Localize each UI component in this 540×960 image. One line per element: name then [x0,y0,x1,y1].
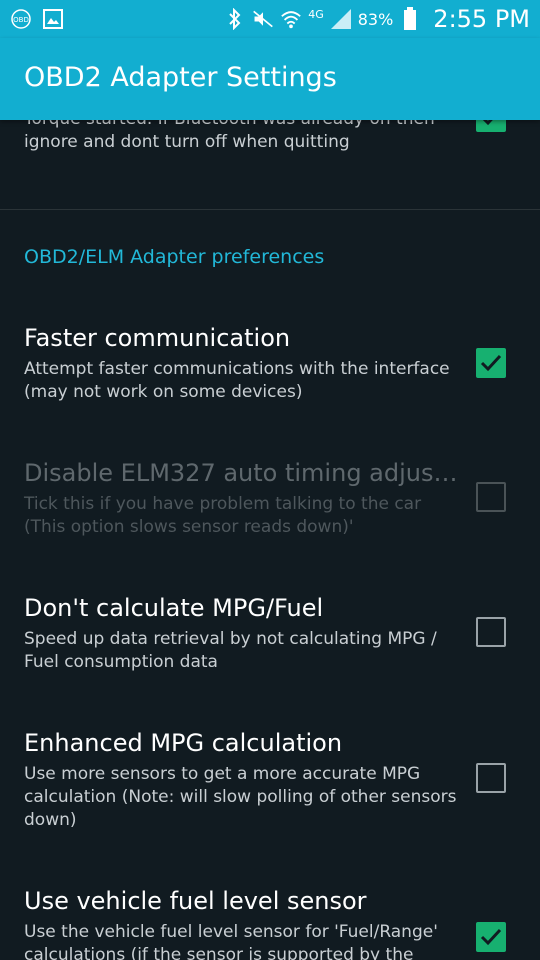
status-bar: OBD 4G 83% 2:55 PM [0,0,540,38]
checkbox-faster-communication[interactable] [476,348,506,378]
page-title: OBD2 Adapter Settings [24,62,337,93]
preference-title: Use vehicle fuel level sensor [24,887,367,915]
clock: 2:55 PM [433,5,530,33]
network-type-label: 4G [308,7,324,21]
checkbox-disable-elm327-auto-timing [476,482,506,512]
preference-title: Don't calculate MPG/Fuel [24,594,324,622]
battery-percent: 83% [357,9,394,29]
app-bar: OBD2 Adapter Settings [0,38,540,120]
settings-list[interactable]: Only turns on, on Bluetooth if it was of… [0,120,540,960]
checkbox-enhanced-mpg-calculation[interactable] [476,763,506,793]
preference-summary: Use more sensors to get a more accurate … [24,764,457,830]
battery-icon [399,7,421,30]
pref-enhanced-mpg-calculation[interactable]: Enhanced MPG calculation Use more sensor… [24,729,464,832]
bluetooth-toggle-checkbox[interactable] [476,120,506,132]
pref-disable-elm327-auto-timing: Disable ELM327 auto timing adjust(.. Tic… [24,459,464,539]
preference-summary: Tick this if you have problem talking to… [24,494,422,537]
preference-title: Enhanced MPG calculation [24,729,343,757]
bluetooth-toggle-preference[interactable]: Only turns on, on Bluetooth if it was of… [24,120,464,154]
signal-icon [330,8,352,30]
preference-title: Disable ELM327 auto timing adjust(.. [24,459,464,487]
checkbox-use-vehicle-fuel-level-sensor[interactable] [476,922,506,952]
category-header: OBD2/ELM Adapter preferences [24,246,325,268]
obd-icon: OBD [10,8,32,30]
mute-icon [252,8,274,30]
divider [0,209,540,210]
preference-title: Faster communication [24,324,291,352]
svg-text:OBD: OBD [13,16,29,24]
preference-summary: Only turns on, on Bluetooth if it was of… [24,120,435,152]
preference-summary: Use the vehicle fuel level sensor for 'F… [24,922,438,960]
preference-summary: Speed up data retrieval by not calculati… [24,629,437,672]
pref-faster-communication[interactable]: Faster communication Attempt faster comm… [24,324,464,404]
preference-summary: Attempt faster communications with the i… [24,359,450,402]
pref-dont-calculate-mpg[interactable]: Don't calculate MPG/Fuel Speed up data r… [24,594,464,674]
pref-use-vehicle-fuel-level-sensor[interactable]: Use vehicle fuel level sensor Use the ve… [24,887,464,960]
bluetooth-icon [224,8,246,30]
checkbox-dont-calculate-mpg[interactable] [476,617,506,647]
wifi-icon [280,8,302,30]
image-icon [42,8,64,30]
